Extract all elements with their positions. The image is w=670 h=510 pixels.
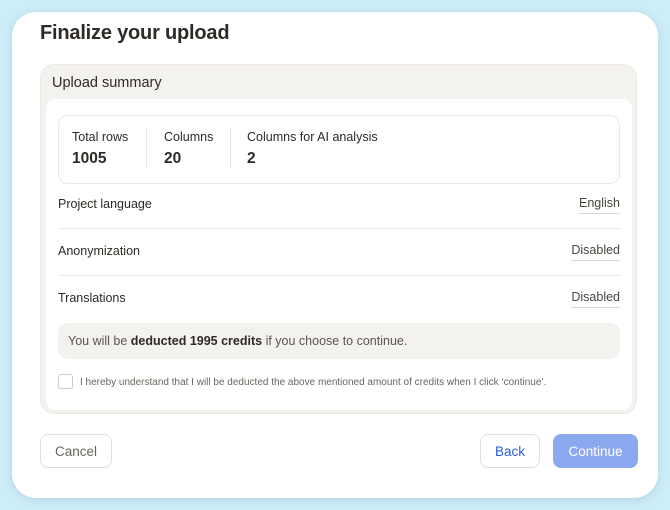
- stat-value: 20: [164, 150, 182, 167]
- notice-prefix: You will be: [68, 334, 131, 348]
- stat-label: Columns for AI analysis: [247, 130, 378, 144]
- upload-summary-panel: Upload summary Total rows 1005 Columns 2…: [40, 64, 637, 414]
- consent-label[interactable]: I hereby understand that I will be deduc…: [80, 377, 546, 388]
- row-anonymization: Anonymization Disabled: [58, 230, 620, 276]
- stat-label: Total rows: [72, 130, 129, 144]
- back-button[interactable]: Back: [480, 434, 540, 468]
- consent-checkbox[interactable]: [58, 374, 73, 389]
- summary-body: Total rows 1005 Columns 20 Columns for A…: [46, 99, 632, 410]
- cancel-button[interactable]: Cancel: [40, 434, 112, 468]
- notice-credits: deducted 1995 credits: [130, 334, 263, 348]
- row-label: Anonymization: [58, 244, 140, 258]
- stat-divider: [146, 128, 147, 168]
- row-value: Disabled: [571, 243, 620, 261]
- row-value: Disabled: [571, 290, 620, 308]
- row-label: Project language: [58, 197, 152, 211]
- stat-ai-columns: Columns for AI analysis 2: [247, 130, 378, 168]
- continue-button[interactable]: Continue: [553, 434, 638, 468]
- stat-divider: [230, 128, 231, 168]
- stats-card: Total rows 1005 Columns 20 Columns for A…: [58, 115, 620, 184]
- row-label: Translations: [58, 291, 126, 305]
- row-value: English: [579, 196, 620, 214]
- finalize-upload-dialog: Finalize your upload Upload summary Tota…: [12, 12, 658, 498]
- summary-title: Upload summary: [52, 75, 162, 91]
- stat-columns: Columns 20: [164, 130, 213, 168]
- credits-notice: You will be deducted 1995 credits if you…: [58, 323, 620, 359]
- row-project-language: Project language English: [58, 183, 620, 229]
- stat-value: 2: [247, 150, 256, 167]
- dialog-title: Finalize your upload: [40, 22, 230, 44]
- stat-label: Columns: [164, 130, 214, 144]
- notice-suffix: if you choose to continue.: [262, 334, 408, 348]
- stat-total-rows: Total rows 1005: [72, 130, 128, 168]
- stat-value: 1005: [72, 150, 107, 167]
- row-translations: Translations Disabled: [58, 277, 620, 323]
